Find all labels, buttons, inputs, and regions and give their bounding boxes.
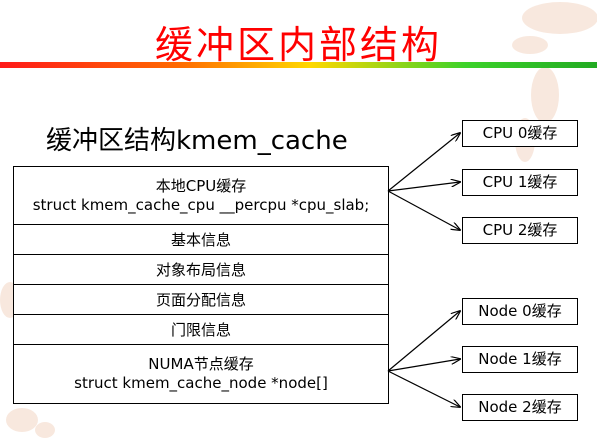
arrow-to-node-1 xyxy=(387,359,460,372)
arrow-to-cpu-1 xyxy=(387,182,460,192)
arrow-to-cpu-2 xyxy=(387,190,460,230)
cpu-cache-box-1: CPU 1缓存 xyxy=(462,169,578,196)
node-cache-box-0: Node 0缓存 xyxy=(462,298,578,325)
arrow-to-node-0 xyxy=(387,311,460,372)
arrow-to-cpu-0 xyxy=(387,133,460,192)
cpu-cache-box-0: CPU 0缓存 xyxy=(462,120,578,147)
node-cache-box-1: Node 1缓存 xyxy=(462,346,578,373)
arrow-to-node-2 xyxy=(387,370,460,407)
node-cache-box-2: Node 2缓存 xyxy=(462,394,578,421)
cpu-cache-box-2: CPU 2缓存 xyxy=(462,217,578,244)
